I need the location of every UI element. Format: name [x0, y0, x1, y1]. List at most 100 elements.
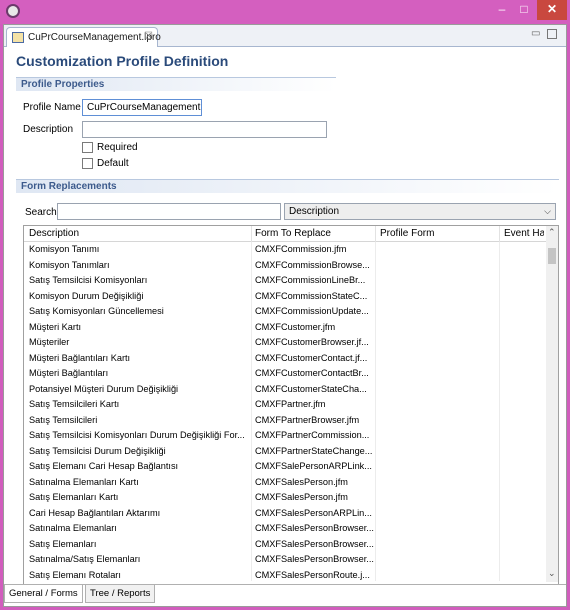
form-to-replace-cell: CMXFCommissionLineBr... — [255, 275, 366, 285]
column-divider[interactable] — [499, 226, 500, 242]
view-maximize-icon[interactable] — [547, 29, 557, 39]
chevron-down-icon: ⌵ — [544, 206, 551, 216]
scroll-down-icon[interactable]: ⌄ — [548, 568, 556, 579]
description-cell: Satış Komisyonları Güncellemesi — [29, 306, 164, 316]
description-cell: Potansiyel Müşteri Durum Değişikliği — [29, 383, 179, 394]
column-divider[interactable] — [251, 226, 252, 242]
description-label: Description — [23, 124, 74, 135]
profile-file-icon — [12, 32, 24, 43]
table-row[interactable]: Satış Temsilcileri CMXFPartnerBrowser.jfm — [24, 414, 546, 430]
page-title: Customization Profile Definition — [16, 53, 229, 69]
table-body: Komisyon Tanımı CMXFCommission.jfm Komisyo… — [24, 243, 546, 581]
table-row[interactable]: Müşteri Kartı CMXFCustomer.jfm — [24, 321, 546, 337]
form-to-replace-cell: CMXFCustomer.jfm — [255, 321, 336, 332]
required-checkbox[interactable] — [82, 142, 93, 153]
form-to-replace-cell: CMXFCustomerContactBr... — [255, 368, 369, 378]
description-cell: Satış Temsilcileri Kartı — [29, 399, 120, 409]
editor-tab-profile[interactable]: CuPrCourseManagement.lpro ☒ — [6, 27, 161, 47]
description-cell: Komisyon Durum Değişikliği — [29, 290, 144, 301]
table-row[interactable]: Satınalma Elemanları Kartı CMXFSalesPerso… — [24, 476, 546, 492]
table-row[interactable]: Müşteriler CMXFCustomerBrowser.jf... — [24, 336, 546, 352]
column-divider[interactable] — [375, 226, 376, 242]
profile-name-label: Profile Name — [23, 102, 81, 113]
window-maximize-button[interactable]: □ — [513, 0, 535, 20]
table-row[interactable]: Cari Hesap Bağlantıları Aktarımı CMXFSale… — [24, 507, 546, 523]
table-row[interactable]: Müşteri Bağlantıları Kartı CMXFCustomerCo… — [24, 352, 546, 368]
vertical-scroll-thumb[interactable] — [548, 248, 556, 264]
scroll-up-icon[interactable]: ⌃ — [548, 227, 556, 238]
column-header-form-to-replace[interactable]: Form To Replace — [255, 228, 331, 239]
vertical-scrollbar[interactable]: ⌃ ⌄ — [546, 226, 558, 582]
description-input[interactable] — [82, 121, 327, 138]
search-label: Search — [25, 207, 57, 218]
table-row[interactable]: Komisyon Tanımı CMXFCommission.jfm — [24, 243, 546, 259]
table-row[interactable]: Komisyon Tanımları CMXFCommissionBrowse..… — [24, 259, 546, 275]
description-cell: Satınalma/Satış Elemanları — [29, 554, 141, 564]
table-row[interactable]: Satınalma Elemanları CMXFSalesPersonBrows… — [24, 522, 546, 538]
form-to-replace-cell: CMXFSalesPerson.jfm — [255, 476, 348, 487]
form-to-replace-cell: CMXFCustomerContact.jf... — [255, 352, 368, 363]
form-to-replace-cell: CMXFSalePersonARPLink... — [255, 461, 372, 471]
table-row[interactable]: Komisyon Durum Değişikliği CMXFCommission… — [24, 290, 546, 306]
form-to-replace-cell: CMXFCommission.jfm — [255, 244, 347, 254]
view-minimize-icon[interactable]: ▭ — [531, 28, 540, 39]
table-row[interactable]: Satış Komisyonları Güncellemesi CMXFCommi… — [24, 305, 546, 321]
form-to-replace-cell: CMXFSalesPerson.jfm — [255, 492, 348, 502]
table-row[interactable]: Satış Elemanı Rotaları CMXFSalesPersonRou… — [24, 569, 546, 582]
table-row[interactable]: Müşteri Bağlantıları CMXFCustomerContactB… — [24, 367, 546, 383]
profile-name-input[interactable]: CuPrCourseManagement — [82, 99, 202, 116]
description-cell: Satış Temsilcisi Komisyonları Durum Deği… — [29, 430, 245, 440]
column-header-profile-form[interactable]: Profile Form — [380, 228, 434, 239]
search-input[interactable] — [57, 203, 281, 220]
form-to-replace-cell: CMXFPartnerStateChange... — [255, 445, 373, 456]
tab-general-forms[interactable]: General / Forms — [4, 585, 83, 603]
app-logo-icon — [6, 4, 20, 18]
form-to-replace-cell: CMXFSalesPersonARPLin... — [255, 507, 372, 518]
form-to-replace-cell: CMXFSalesPersonBrowser... — [255, 523, 374, 533]
table-row[interactable]: Satınalma/Satış Elemanları CMXFSalesPerso… — [24, 553, 546, 569]
form-to-replace-cell: CMXFCommissionBrowse... — [255, 259, 370, 270]
table-header: Description Form To Replace Profile Form… — [24, 226, 558, 242]
table-row[interactable]: Satış Elemanları CMXFSalesPersonBrowser..… — [24, 538, 546, 554]
tab-tree-reports[interactable]: Tree / Reports — [85, 585, 156, 603]
table-row[interactable]: Satış Elemanları Kartı CMXFSalesPerson.jf… — [24, 491, 546, 507]
editor-tab-bar: CuPrCourseManagement.lpro ☒ ▭ — [4, 25, 566, 47]
description-cell: Müşteriler — [29, 337, 70, 347]
search-field-value: Description — [289, 206, 340, 217]
form-to-replace-cell: CMXFCustomerBrowser.jf... — [255, 337, 369, 347]
form-to-replace-cell: CMXFCustomerStateCha... — [255, 383, 367, 394]
close-tab-icon[interactable]: ☒ — [144, 31, 153, 42]
column-header-event-handler[interactable]: Event Han — [504, 228, 544, 239]
description-cell: Satınalma Elemanları — [29, 523, 117, 533]
table-row[interactable]: Satış Temsilcileri Kartı CMXFPartner.jfm — [24, 398, 546, 414]
required-label[interactable]: Required — [97, 142, 138, 153]
description-cell: Müşteri Kartı — [29, 321, 82, 332]
table-row[interactable]: Satış Temsilcisi Komisyonları Durum Deği… — [24, 429, 546, 445]
editor-tab-label: CuPrCourseManagement.lpro — [28, 32, 161, 43]
description-cell: Satış Elemanı Cari Hesap Bağlantısı — [29, 461, 179, 471]
application-window: – □ ✕ CuPrCourseManagement.lpro ☒ ▭ Cust… — [0, 0, 570, 610]
description-cell: Müşteri Bağlantıları Kartı — [29, 352, 131, 363]
bottom-tab-bar: General / Forms Tree / Reports — [4, 584, 566, 606]
column-header-description[interactable]: Description — [29, 228, 79, 239]
description-cell: Satış Elemanları Kartı — [29, 492, 119, 502]
form-to-replace-cell: CMXFCommissionUpdate... — [255, 306, 369, 316]
description-cell: Müşteri Bağlantıları — [29, 368, 109, 378]
search-field-select[interactable]: Description ⌵ — [284, 203, 556, 220]
profile-properties-header[interactable]: Profile Properties — [16, 77, 336, 91]
form-to-replace-cell: CMXFSalesPersonRoute.j... — [255, 569, 370, 580]
table-row[interactable]: Satış Elemanı Cari Hesap Bağlantısı CMXFS… — [24, 460, 546, 476]
title-bar[interactable]: – □ ✕ — [0, 0, 570, 24]
form-replacements-header[interactable]: Form Replacements — [16, 179, 559, 193]
description-cell: Satış Temsilcileri — [29, 414, 98, 425]
default-checkbox[interactable] — [82, 158, 93, 169]
table-row[interactable]: Satış Temsilcisi Durum Değişikliği CMXFPa… — [24, 445, 546, 461]
table-row[interactable]: Potansiyel Müşteri Durum Değişikliği CMXF… — [24, 383, 546, 399]
window-close-button[interactable]: ✕ — [537, 0, 567, 20]
description-cell: Satış Elemanı Rotaları — [29, 569, 121, 580]
window-minimize-button[interactable]: – — [491, 0, 513, 20]
table-row[interactable]: Satış Temsilcisi Komisyonları CMXFCommiss… — [24, 274, 546, 290]
editor-area: CuPrCourseManagement.lpro ☒ ▭ Customizat… — [3, 24, 567, 607]
form-to-replace-cell: CMXFPartner.jfm — [255, 399, 326, 409]
default-label[interactable]: Default — [97, 158, 129, 169]
